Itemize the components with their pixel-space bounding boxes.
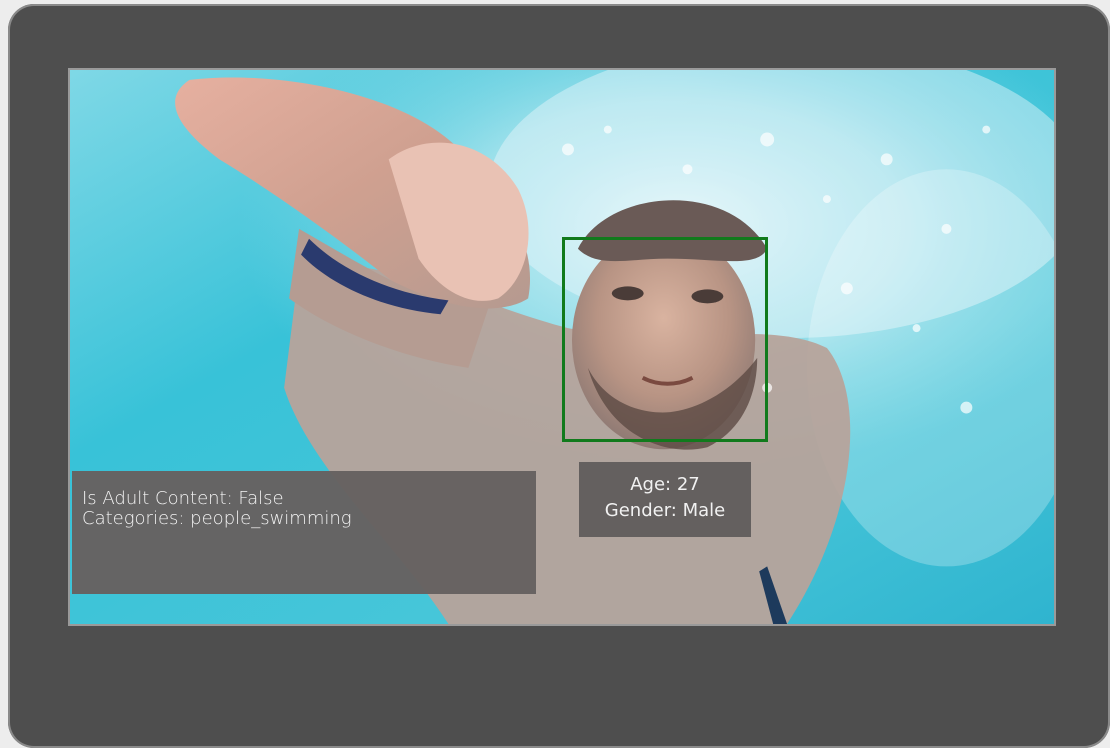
device-frame: Age: 27 Gender: Male Is Adult Content: F… bbox=[8, 4, 1110, 748]
categories-text: Categories: people_swimming bbox=[82, 508, 352, 529]
image-analysis-panel: Is Adult Content: False Categories: peop… bbox=[72, 471, 536, 594]
analyzed-photo: Age: 27 Gender: Male Is Adult Content: F… bbox=[68, 68, 1056, 626]
face-bounding-box bbox=[562, 237, 768, 442]
adult-content-text: Is Adult Content: False bbox=[82, 488, 284, 509]
gender-text: Gender: Male bbox=[604, 500, 726, 521]
face-attributes-label: Age: 27 Gender: Male bbox=[579, 462, 751, 537]
age-text: Age: 27 bbox=[630, 474, 700, 495]
